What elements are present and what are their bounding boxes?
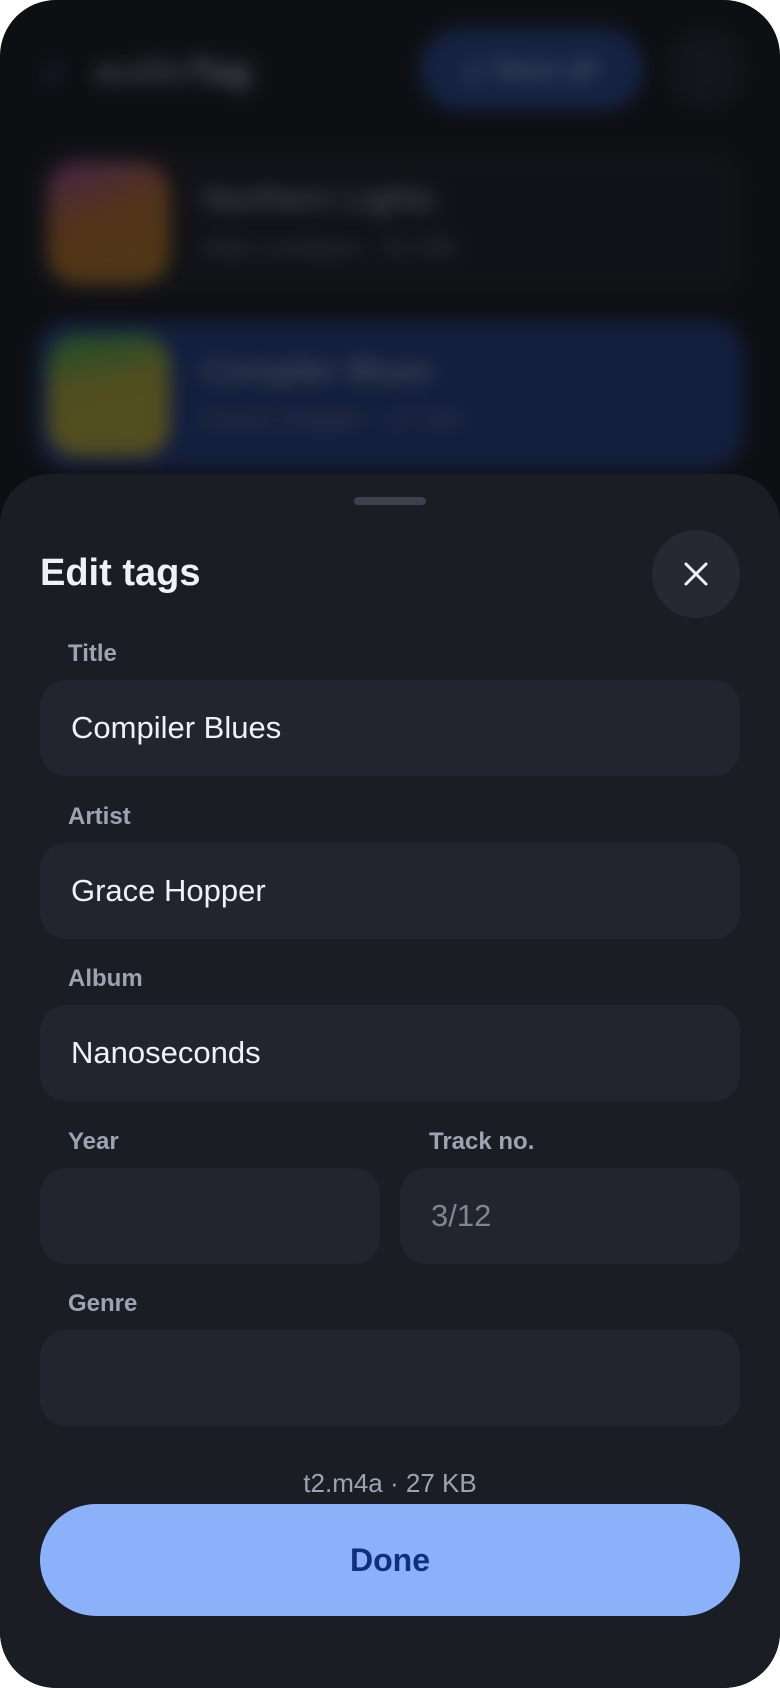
track-number-label: Track no. [429, 1128, 535, 1155]
done-button[interactable]: Done [40, 1504, 740, 1616]
file-info: t2.m4a · 27 KB [303, 1468, 477, 1498]
artist-input[interactable] [40, 843, 740, 939]
album-input[interactable] [40, 1005, 740, 1101]
close-button[interactable] [652, 530, 740, 618]
genre-label: Genre [68, 1290, 138, 1317]
sheet-title: Edit tags [40, 552, 201, 594]
drag-handle[interactable] [354, 497, 426, 505]
phone-screen: ♫ audioTag ⤓ Save all ⋮ Northern Lights … [0, 0, 780, 1688]
album-label: Album [68, 965, 143, 992]
track-number-input[interactable] [400, 1168, 740, 1264]
genre-input[interactable] [40, 1330, 740, 1426]
close-icon [684, 562, 708, 586]
year-label: Year [68, 1128, 119, 1155]
artist-label: Artist [68, 803, 131, 830]
year-input[interactable] [40, 1168, 380, 1264]
title-input[interactable] [40, 680, 740, 776]
edit-tags-sheet: Edit tags Title Artist Album Year Track … [0, 474, 780, 1688]
title-label: Title [68, 640, 117, 667]
